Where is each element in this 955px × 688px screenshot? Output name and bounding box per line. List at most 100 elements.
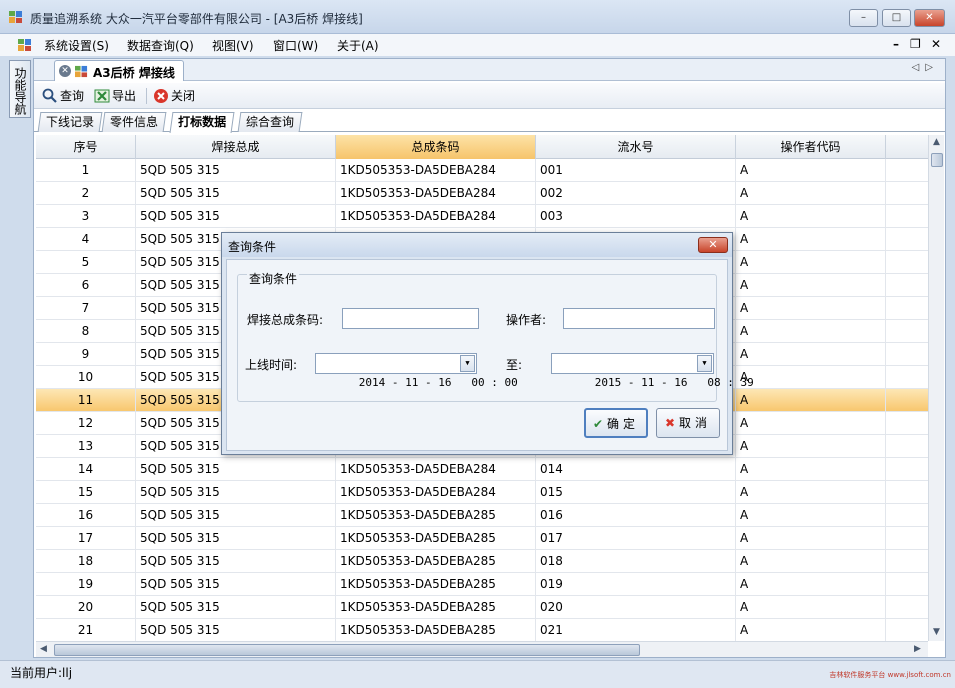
cell-serial[interactable]: 015 [536, 481, 736, 504]
cell-index[interactable]: 21 [36, 619, 136, 641]
cell-operator[interactable]: A [736, 297, 886, 320]
cell-index[interactable]: 7 [36, 297, 136, 320]
table-row[interactable]: 2 5QD 505 315 1KD505353-DA5DEBA284 002 A [36, 182, 928, 205]
cell-assembly[interactable]: 5QD 505 315 [136, 182, 336, 205]
mdi-restore-button[interactable]: ❐ [910, 37, 921, 51]
column-header-barcode[interactable]: 总成条码 [336, 135, 536, 159]
close-button[interactable]: 关闭 [153, 87, 195, 105]
table-row[interactable]: 1 5QD 505 315 1KD505353-DA5DEBA284 001 A [36, 159, 928, 182]
cell-operator[interactable]: A [736, 366, 886, 389]
menu-view[interactable]: 视图(V) [212, 37, 254, 54]
mdi-minimize-button[interactable]: – [893, 37, 899, 51]
tab-part-info[interactable]: 零件信息 [101, 112, 167, 132]
cell-operator[interactable]: A [736, 527, 886, 550]
column-header-index[interactable]: 序号 [36, 135, 136, 159]
column-header-serial[interactable]: 流水号 [536, 135, 736, 159]
cell-barcode[interactable]: 1KD505353-DA5DEBA285 [336, 550, 536, 573]
cell-serial[interactable]: 002 [536, 182, 736, 205]
tab-offline-records[interactable]: 下线记录 [37, 112, 103, 132]
menu-window[interactable]: 窗口(W) [273, 37, 318, 54]
table-row[interactable]: 21 5QD 505 315 1KD505353-DA5DEBA285 021 A [36, 619, 928, 641]
cell-operator[interactable]: A [736, 320, 886, 343]
scroll-down-icon[interactable]: ▼ [933, 627, 940, 637]
cell-index[interactable]: 6 [36, 274, 136, 297]
cell-assembly[interactable]: 5QD 505 315 [136, 573, 336, 596]
barcode-input[interactable] [342, 308, 479, 329]
cell-operator[interactable]: A [736, 274, 886, 297]
maximize-button[interactable]: □ [882, 9, 911, 27]
cell-index[interactable]: 9 [36, 343, 136, 366]
cell-serial[interactable]: 016 [536, 504, 736, 527]
cell-serial[interactable]: 021 [536, 619, 736, 641]
cell-index[interactable]: 4 [36, 228, 136, 251]
scroll-up-icon[interactable]: ▲ [933, 137, 940, 147]
menu-data-query[interactable]: 数据查询(Q) [127, 37, 194, 54]
cell-operator[interactable]: A [736, 573, 886, 596]
query-button[interactable]: 查询 [42, 87, 84, 105]
table-row[interactable]: 19 5QD 505 315 1KD505353-DA5DEBA285 019 A [36, 573, 928, 596]
cell-index[interactable]: 15 [36, 481, 136, 504]
menu-about[interactable]: 关于(A) [337, 37, 379, 54]
cell-operator[interactable]: A [736, 550, 886, 573]
cell-operator[interactable]: A [736, 228, 886, 251]
cell-operator[interactable]: A [736, 343, 886, 366]
cell-operator[interactable]: A [736, 251, 886, 274]
horizontal-scroll-thumb[interactable] [54, 644, 640, 656]
mdi-close-button[interactable]: ✕ [931, 37, 941, 51]
cell-assembly[interactable]: 5QD 505 315 [136, 458, 336, 481]
cell-assembly[interactable]: 5QD 505 315 [136, 504, 336, 527]
cell-barcode[interactable]: 1KD505353-DA5DEBA284 [336, 458, 536, 481]
cell-barcode[interactable]: 1KD505353-DA5DEBA284 [336, 481, 536, 504]
cell-operator[interactable]: A [736, 481, 886, 504]
cell-serial[interactable]: 020 [536, 596, 736, 619]
cell-barcode[interactable]: 1KD505353-DA5DEBA285 [336, 527, 536, 550]
export-button[interactable]: 导出 [94, 87, 136, 105]
cell-operator[interactable]: A [736, 435, 886, 458]
cell-index[interactable]: 10 [36, 366, 136, 389]
tab-marking-data[interactable]: 打标数据 [169, 112, 235, 133]
cell-index[interactable]: 17 [36, 527, 136, 550]
cell-barcode[interactable]: 1KD505353-DA5DEBA285 [336, 504, 536, 527]
column-header-operator[interactable]: 操作者代码 [736, 135, 886, 159]
table-row[interactable]: 20 5QD 505 315 1KD505353-DA5DEBA285 020 A [36, 596, 928, 619]
cell-barcode[interactable]: 1KD505353-DA5DEBA285 [336, 573, 536, 596]
start-time-picker[interactable]: 2014 - 11 - 16 00 : 00 ▼ [315, 353, 518, 389]
column-header-assembly[interactable]: 焊接总成 [136, 135, 336, 159]
scroll-right-icon[interactable]: ▶ [914, 644, 921, 654]
table-row[interactable]: 3 5QD 505 315 1KD505353-DA5DEBA284 003 A [36, 205, 928, 228]
table-row[interactable]: 18 5QD 505 315 1KD505353-DA5DEBA285 018 A [36, 550, 928, 573]
cell-serial[interactable]: 001 [536, 159, 736, 182]
cell-index[interactable]: 13 [36, 435, 136, 458]
cell-index[interactable]: 16 [36, 504, 136, 527]
cancel-button[interactable]: ✖ 取消 [656, 408, 720, 438]
cell-assembly[interactable]: 5QD 505 315 [136, 527, 336, 550]
cell-index[interactable]: 5 [36, 251, 136, 274]
cell-index[interactable]: 1 [36, 159, 136, 182]
cell-assembly[interactable]: 5QD 505 315 [136, 481, 336, 504]
dropdown-arrow-icon[interactable]: ▼ [460, 355, 475, 372]
minimize-button[interactable]: – [849, 9, 878, 27]
table-row[interactable]: 14 5QD 505 315 1KD505353-DA5DEBA284 014 A [36, 458, 928, 481]
cell-assembly[interactable]: 5QD 505 315 [136, 619, 336, 641]
document-tab[interactable]: ✕ A3后桥 焊接线 [54, 60, 184, 81]
cell-barcode[interactable]: 1KD505353-DA5DEBA284 [336, 182, 536, 205]
cell-serial[interactable]: 018 [536, 550, 736, 573]
cell-index[interactable]: 19 [36, 573, 136, 596]
cell-index[interactable]: 20 [36, 596, 136, 619]
menu-system-settings[interactable]: 系统设置(S) [44, 37, 109, 54]
cell-index[interactable]: 11 [36, 389, 136, 412]
cell-serial[interactable]: 017 [536, 527, 736, 550]
cell-operator[interactable]: A [736, 504, 886, 527]
close-tab-icon[interactable]: ✕ [59, 65, 71, 77]
cell-barcode[interactable]: 1KD505353-DA5DEBA285 [336, 596, 536, 619]
tab-combined-query[interactable]: 综合查询 [237, 112, 303, 132]
cell-index[interactable]: 8 [36, 320, 136, 343]
tab-scroll-arrows[interactable]: ◁▷ [912, 62, 939, 73]
cell-serial[interactable]: 003 [536, 205, 736, 228]
function-navigation-tab[interactable]: 功能导航 [9, 60, 31, 118]
cell-index[interactable]: 12 [36, 412, 136, 435]
close-window-button[interactable]: ✕ [914, 9, 945, 27]
cell-assembly[interactable]: 5QD 505 315 [136, 159, 336, 182]
cell-operator[interactable]: A [736, 596, 886, 619]
table-row[interactable]: 17 5QD 505 315 1KD505353-DA5DEBA285 017 A [36, 527, 928, 550]
